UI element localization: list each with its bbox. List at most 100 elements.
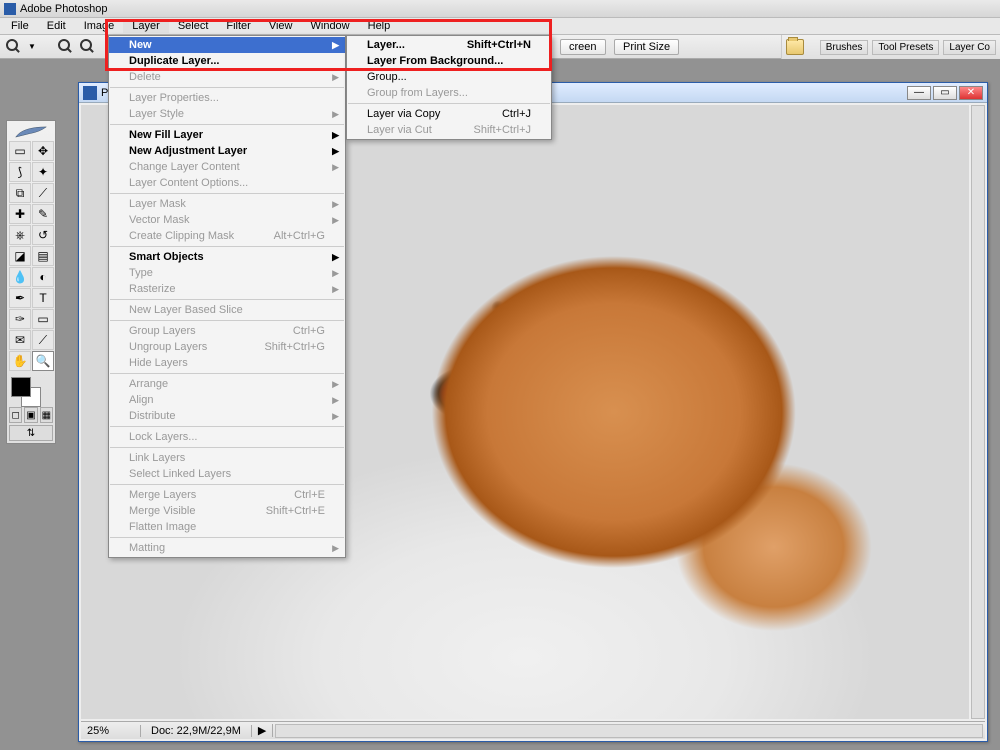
slice-tool[interactable]: ⟋ <box>32 183 54 203</box>
submenu-arrow-icon: ▶ <box>332 72 339 83</box>
layer-menu-separator <box>110 320 344 321</box>
menu-window[interactable]: Window <box>302 19 359 33</box>
layer-menu-new-fill-layer[interactable]: New Fill Layer▶ <box>109 127 345 143</box>
blur-tool[interactable]: 💧 <box>9 267 31 287</box>
screen-mode-1[interactable]: ▣ <box>24 407 37 423</box>
layer-menu-layer-style: Layer Style▶ <box>109 106 345 122</box>
dropdown-arrow-icon[interactable]: ▼ <box>28 42 36 51</box>
menu-layer[interactable]: Layer <box>123 19 169 33</box>
move-tool[interactable]: ✥ <box>32 141 54 161</box>
shape-tool[interactable]: ▭ <box>32 309 54 329</box>
document-statusbar: 25% Doc: 22,9M/22,9M ▶ <box>81 721 985 739</box>
menu-item-label: Ungroup Layers <box>129 341 207 353</box>
color-swatches[interactable] <box>9 375 53 405</box>
maximize-button[interactable]: ▭ <box>933 86 957 100</box>
new-submenu-layer-via-copy[interactable]: Layer via CopyCtrl+J <box>347 106 551 122</box>
layer-menu-separator <box>110 299 344 300</box>
layer-menu-ungroup-layers: Ungroup LayersShift+Ctrl+G <box>109 339 345 355</box>
layer-comps-tab[interactable]: Layer Co <box>943 40 996 55</box>
menu-view[interactable]: View <box>260 19 302 33</box>
path-tool[interactable]: ✒ <box>9 288 31 308</box>
app-title: Adobe Photoshop <box>20 3 107 15</box>
hand-tool[interactable]: ✋ <box>9 351 31 371</box>
gradient-tool[interactable]: ▤ <box>32 246 54 266</box>
layer-menu-type: Type▶ <box>109 265 345 281</box>
app-icon <box>4 3 16 15</box>
minimize-button[interactable]: — <box>907 86 931 100</box>
menu-item-label: Layer Mask <box>129 198 186 210</box>
layer-menu-separator <box>110 537 344 538</box>
new-submenu-layer-from-background[interactable]: Layer From Background... <box>347 53 551 69</box>
layer-menu-layer-properties: Layer Properties... <box>109 90 345 106</box>
menu-item-label: Layer via Cut <box>367 124 432 136</box>
zoom-level[interactable]: 25% <box>81 725 141 737</box>
notes-tool[interactable]: ✉ <box>9 330 31 350</box>
layer-menu-duplicate-layer[interactable]: Duplicate Layer... <box>109 53 345 69</box>
menu-shortcut: Ctrl+J <box>502 108 531 120</box>
menu-item-label: Layer Properties... <box>129 92 219 104</box>
eyedrop-tool[interactable]: ⟋ <box>32 330 54 350</box>
layer-menu-new-adjustment-layer[interactable]: New Adjustment Layer▶ <box>109 143 345 159</box>
menu-item-label: Layer... <box>367 39 405 51</box>
crop-tool[interactable]: ⧉ <box>9 183 31 203</box>
zoom-out-icon[interactable] <box>80 39 96 55</box>
jump-imageready-button[interactable]: ⇅ <box>9 425 53 441</box>
lasso-tool[interactable]: ⟆ <box>9 162 31 182</box>
file-browser-icon[interactable] <box>786 39 804 55</box>
menu-file[interactable]: File <box>2 19 38 33</box>
toolbox-header[interactable] <box>9 123 53 141</box>
close-button[interactable]: ✕ <box>959 86 983 100</box>
menu-help[interactable]: Help <box>359 19 400 33</box>
layer-menu-vector-mask: Vector Mask▶ <box>109 212 345 228</box>
tool-presets-tab[interactable]: Tool Presets <box>872 40 939 55</box>
menu-filter[interactable]: Filter <box>217 19 259 33</box>
zoom-in-icon[interactable] <box>58 39 74 55</box>
layer-menu-arrange: Arrange▶ <box>109 376 345 392</box>
eraser-tool[interactable]: ◪ <box>9 246 31 266</box>
screen-mode-2[interactable]: ▦ <box>40 407 53 423</box>
history-tool[interactable]: ↺ <box>32 225 54 245</box>
layer-menu-distribute: Distribute▶ <box>109 408 345 424</box>
fit-screen-button[interactable]: creen <box>560 39 606 55</box>
type-tool[interactable]: T <box>32 288 54 308</box>
new-submenu-group[interactable]: Group... <box>347 69 551 85</box>
pen-tool[interactable]: ✑ <box>9 309 31 329</box>
print-size-button[interactable]: Print Size <box>614 39 679 55</box>
foreground-color-swatch[interactable] <box>11 377 31 397</box>
layer-menu-rasterize: Rasterize▶ <box>109 281 345 297</box>
menu-item-label: New Fill Layer <box>129 129 203 141</box>
marquee-tool[interactable]: ▭ <box>9 141 31 161</box>
wand-tool[interactable]: ✦ <box>32 162 54 182</box>
menu-item-label: Matting <box>129 542 165 554</box>
menu-image[interactable]: Image <box>75 19 124 33</box>
zoom-tool[interactable]: 🔍 <box>32 351 54 371</box>
menu-edit[interactable]: Edit <box>38 19 75 33</box>
menu-item-label: Group... <box>367 71 407 83</box>
menu-select[interactable]: Select <box>169 19 218 33</box>
heal-tool[interactable]: ✚ <box>9 204 31 224</box>
doc-info[interactable]: Doc: 22,9M/22,9M <box>141 725 252 737</box>
new-submenu-layer[interactable]: Layer...Shift+Ctrl+N <box>347 37 551 53</box>
photoshop-feather-icon <box>14 125 48 139</box>
screen-mode-0[interactable]: ◻ <box>9 407 22 423</box>
layer-menu-separator <box>110 193 344 194</box>
stamp-tool[interactable]: ⎈ <box>9 225 31 245</box>
layer-menu-link-layers: Link Layers <box>109 450 345 466</box>
layer-menu-change-layer-content: Change Layer Content▶ <box>109 159 345 175</box>
horizontal-scrollbar[interactable] <box>275 724 983 738</box>
submenu-arrow-icon: ▶ <box>332 543 339 554</box>
layer-menu-align: Align▶ <box>109 392 345 408</box>
brush-tool[interactable]: ✎ <box>32 204 54 224</box>
vertical-scrollbar[interactable] <box>971 105 985 719</box>
layer-menu-new[interactable]: New▶ <box>109 37 345 53</box>
layer-menu-smart-objects[interactable]: Smart Objects▶ <box>109 249 345 265</box>
status-menu-arrow[interactable]: ▶ <box>252 724 273 737</box>
new-submenu-group-from-layers: Group from Layers... <box>347 85 551 101</box>
brushes-tab[interactable]: Brushes <box>820 40 869 55</box>
menu-shortcut: Ctrl+E <box>294 489 325 501</box>
menu-item-label: Group Layers <box>129 325 196 337</box>
menu-item-label: Layer Content Options... <box>129 177 248 189</box>
dodge-tool[interactable]: ◐ <box>32 267 54 287</box>
layer-menu-separator <box>110 484 344 485</box>
layer-menu: New▶Duplicate Layer...Delete▶Layer Prope… <box>108 35 346 558</box>
